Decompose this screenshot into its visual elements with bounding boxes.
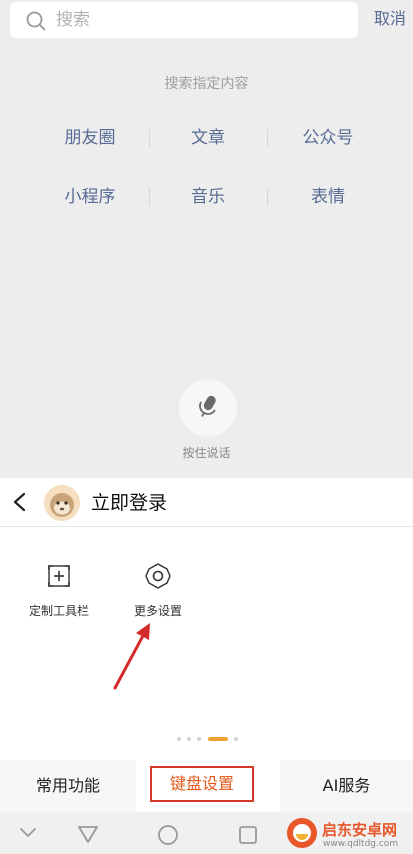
category-articles[interactable]: 文章 [148, 126, 268, 150]
category-official-accounts[interactable]: 公众号 [268, 126, 388, 150]
cancel-button[interactable]: 取消 [374, 8, 406, 30]
page-indicator [177, 737, 241, 741]
category-mini-programs[interactable]: 小程序 [30, 185, 150, 209]
page-dot [197, 737, 201, 741]
customize-toolbar-label: 定制工具栏 [28, 604, 89, 618]
recents-square-icon[interactable] [238, 825, 258, 845]
microphone-icon [199, 395, 216, 417]
back-arrow-icon[interactable] [10, 491, 30, 513]
category-music[interactable]: 音乐 [148, 185, 268, 209]
monkey-avatar-icon [44, 485, 80, 521]
page-dot [234, 737, 238, 741]
search-placeholder: 搜索 [56, 10, 90, 30]
voice-button[interactable] [179, 379, 237, 437]
add-square-icon [48, 565, 70, 587]
voice-label: 按住说话 [182, 446, 231, 460]
home-circle-icon[interactable] [157, 824, 179, 846]
watermark-logo-icon [287, 818, 317, 848]
watermark-url: www.qdltdg.com [323, 839, 399, 849]
tab-keyboard-settings[interactable]: 键盘设置 [150, 766, 254, 802]
tab-ai-services[interactable]: AI服务 [280, 760, 413, 812]
more-settings-button[interactable]: 更多设置 [113, 560, 203, 620]
hide-keyboard-icon[interactable] [18, 826, 38, 840]
watermark: 启东安卓网 www.qdltdg.com [286, 815, 413, 854]
more-settings-label: 更多设置 [133, 604, 182, 618]
page-dot [177, 737, 181, 741]
watermark-title: 启东安卓网 [322, 821, 398, 839]
search-box[interactable]: 搜索 [10, 2, 358, 38]
tab-common-functions[interactable]: 常用功能 [0, 760, 136, 812]
login-link[interactable]: 立即登录 [91, 490, 167, 516]
avatar[interactable] [44, 485, 80, 521]
category-moments[interactable]: 朋友圈 [30, 126, 150, 150]
page-dot [187, 737, 191, 741]
back-triangle-icon[interactable] [77, 824, 99, 844]
category-stickers[interactable]: 表情 [268, 185, 388, 209]
gear-icon [145, 563, 171, 589]
search-icon [26, 11, 46, 31]
page-dot-active [208, 737, 228, 741]
customize-toolbar-button[interactable]: 定制工具栏 [14, 560, 104, 620]
search-hint-title: 搜索指定内容 [164, 76, 249, 92]
annotation-arrow-icon [113, 623, 150, 690]
